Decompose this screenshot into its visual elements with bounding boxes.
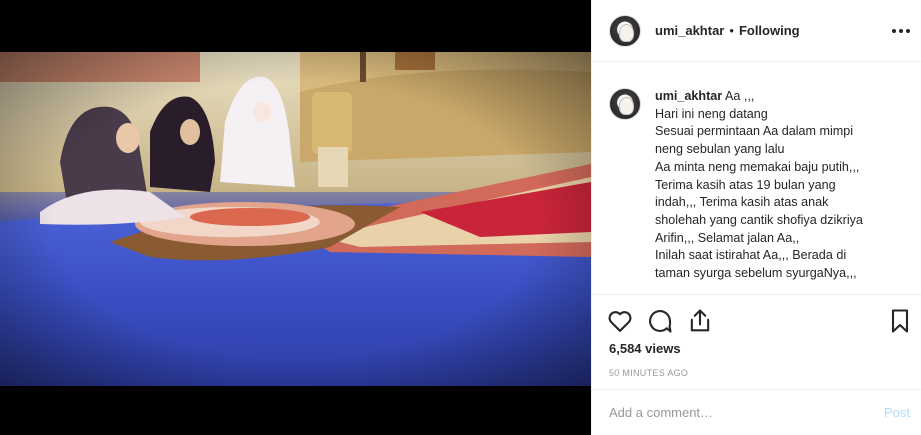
caption-first-line: umi_akhtar Aa ,,,	[655, 88, 863, 106]
caption-line: indah,,, Terima kasih atas anak	[655, 195, 829, 210]
post-side-panel: umi_akhtar • Following umi_akhtar Aa ,,,…	[591, 0, 921, 435]
caption-username[interactable]: umi_akhtar	[655, 89, 722, 103]
more-options-icon[interactable]	[890, 20, 912, 42]
header-username[interactable]: umi_akhtar	[655, 23, 724, 38]
caption-line: Aa ,,,	[725, 89, 755, 103]
caption-area: umi_akhtar Aa ,,, Hari ini neng datang S…	[592, 62, 921, 294]
caption-line: Aa minta neng memakai baju putih,,,	[655, 159, 860, 174]
comment-icon[interactable]	[646, 307, 674, 335]
avatar[interactable]	[609, 14, 641, 47]
add-comment-bar: Post	[592, 389, 921, 435]
view-count[interactable]: 6,584 views	[609, 341, 681, 356]
bookmark-icon[interactable]	[886, 307, 914, 335]
post-header: umi_akhtar • Following	[592, 0, 921, 62]
timestamp[interactable]: 50 MINUTES AGO	[609, 368, 688, 378]
share-icon[interactable]	[686, 307, 714, 335]
caption-line: neng sebulan yang lalu	[655, 142, 785, 157]
post-button[interactable]: Post	[884, 405, 910, 420]
caption-text: umi_akhtar Aa ,,, Hari ini neng datang S…	[655, 88, 863, 294]
following-button[interactable]: Following	[739, 23, 800, 38]
post-photo-illustration	[0, 52, 591, 386]
caption-line: Terima kasih atas 19 bulan yang	[655, 177, 836, 192]
media-pane	[0, 0, 591, 435]
action-bar	[592, 294, 921, 344]
comment-input[interactable]	[609, 405, 884, 420]
header-separator: •	[729, 23, 734, 38]
caption-line: Hari ini neng datang	[655, 106, 768, 121]
caption-line: taman syurga sebelum syurgaNya,,,	[655, 266, 857, 281]
caption-avatar[interactable]	[609, 88, 641, 120]
caption-line: sholehah yang cantik shofiya dzikriya	[655, 212, 863, 227]
post-photo[interactable]	[0, 52, 591, 386]
caption-line: Sesuai permintaan Aa dalam mimpi	[655, 124, 854, 139]
heart-icon[interactable]	[606, 307, 634, 335]
caption-line: Inilah saat istirahat Aa,,, Berada di	[655, 248, 847, 263]
caption-line: Arifin,,, Selamat jalan Aa,,	[655, 230, 800, 245]
